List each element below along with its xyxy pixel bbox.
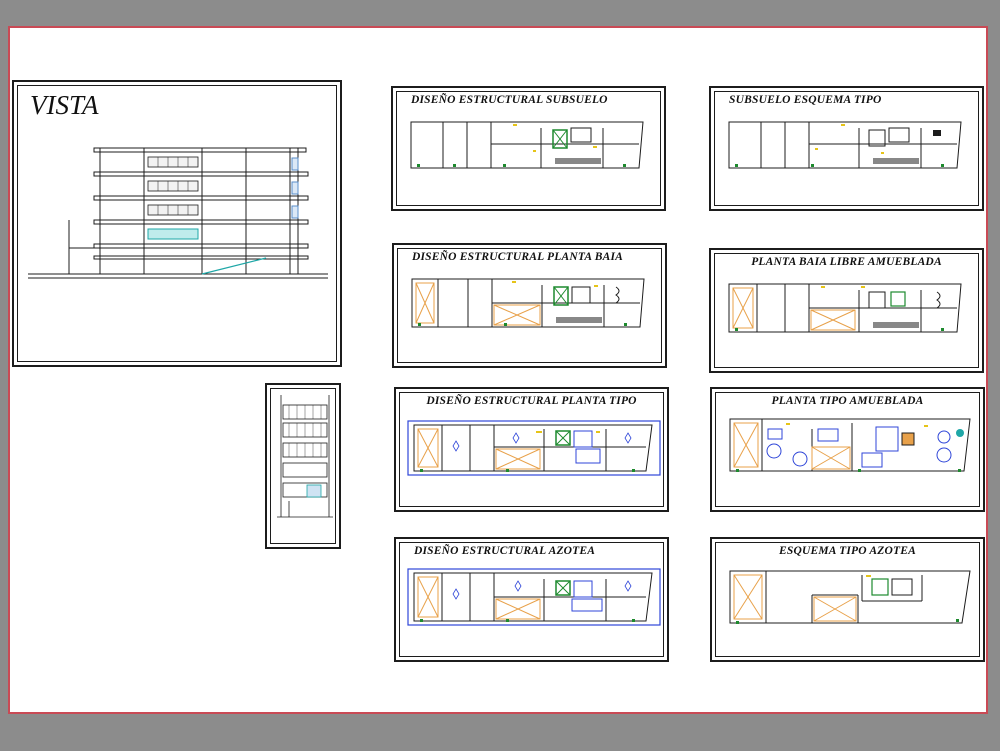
section-drawing <box>277 395 333 518</box>
panel-diseno-estructural-planta-tipo: DISEÑO ESTRUCTURAL PLANTA TIPO <box>394 387 669 512</box>
floor-plan <box>729 570 971 624</box>
floor-plan <box>729 418 971 472</box>
vista-frame: VISTA <box>12 80 342 367</box>
panel-diseno-estructural-azotea: DISEÑO ESTRUCTURAL AZOTEA <box>394 537 669 662</box>
floor-plan <box>410 121 644 169</box>
floor-plan <box>728 283 962 333</box>
panel-subsuelo-esquema-tipo: SUBSUELO ESQUEMA TIPO <box>709 86 984 211</box>
section-frame <box>265 383 341 549</box>
floor-plan <box>407 420 661 476</box>
floor-plan <box>411 278 645 328</box>
floor-plan <box>407 568 661 626</box>
panel-esquema-tipo-azotea: ESQUEMA TIPO AZOTEA <box>710 537 985 662</box>
panel-planta-tipo-amueblada: PLANTA TIPO AMUEBLADA <box>710 387 985 512</box>
panel-diseno-estructural-subsuelo: DISEÑO ESTRUCTURAL SUBSUELO <box>391 86 666 211</box>
floor-plan <box>728 121 962 169</box>
elevation-drawing <box>28 147 328 279</box>
panel-planta-baia-libre-amueblada: PLANTA BAIA LIBRE AMUEBLADA <box>709 248 984 373</box>
panel-diseno-estructural-planta-baia: DISEÑO ESTRUCTURAL PLANTA BAIA <box>392 243 667 368</box>
